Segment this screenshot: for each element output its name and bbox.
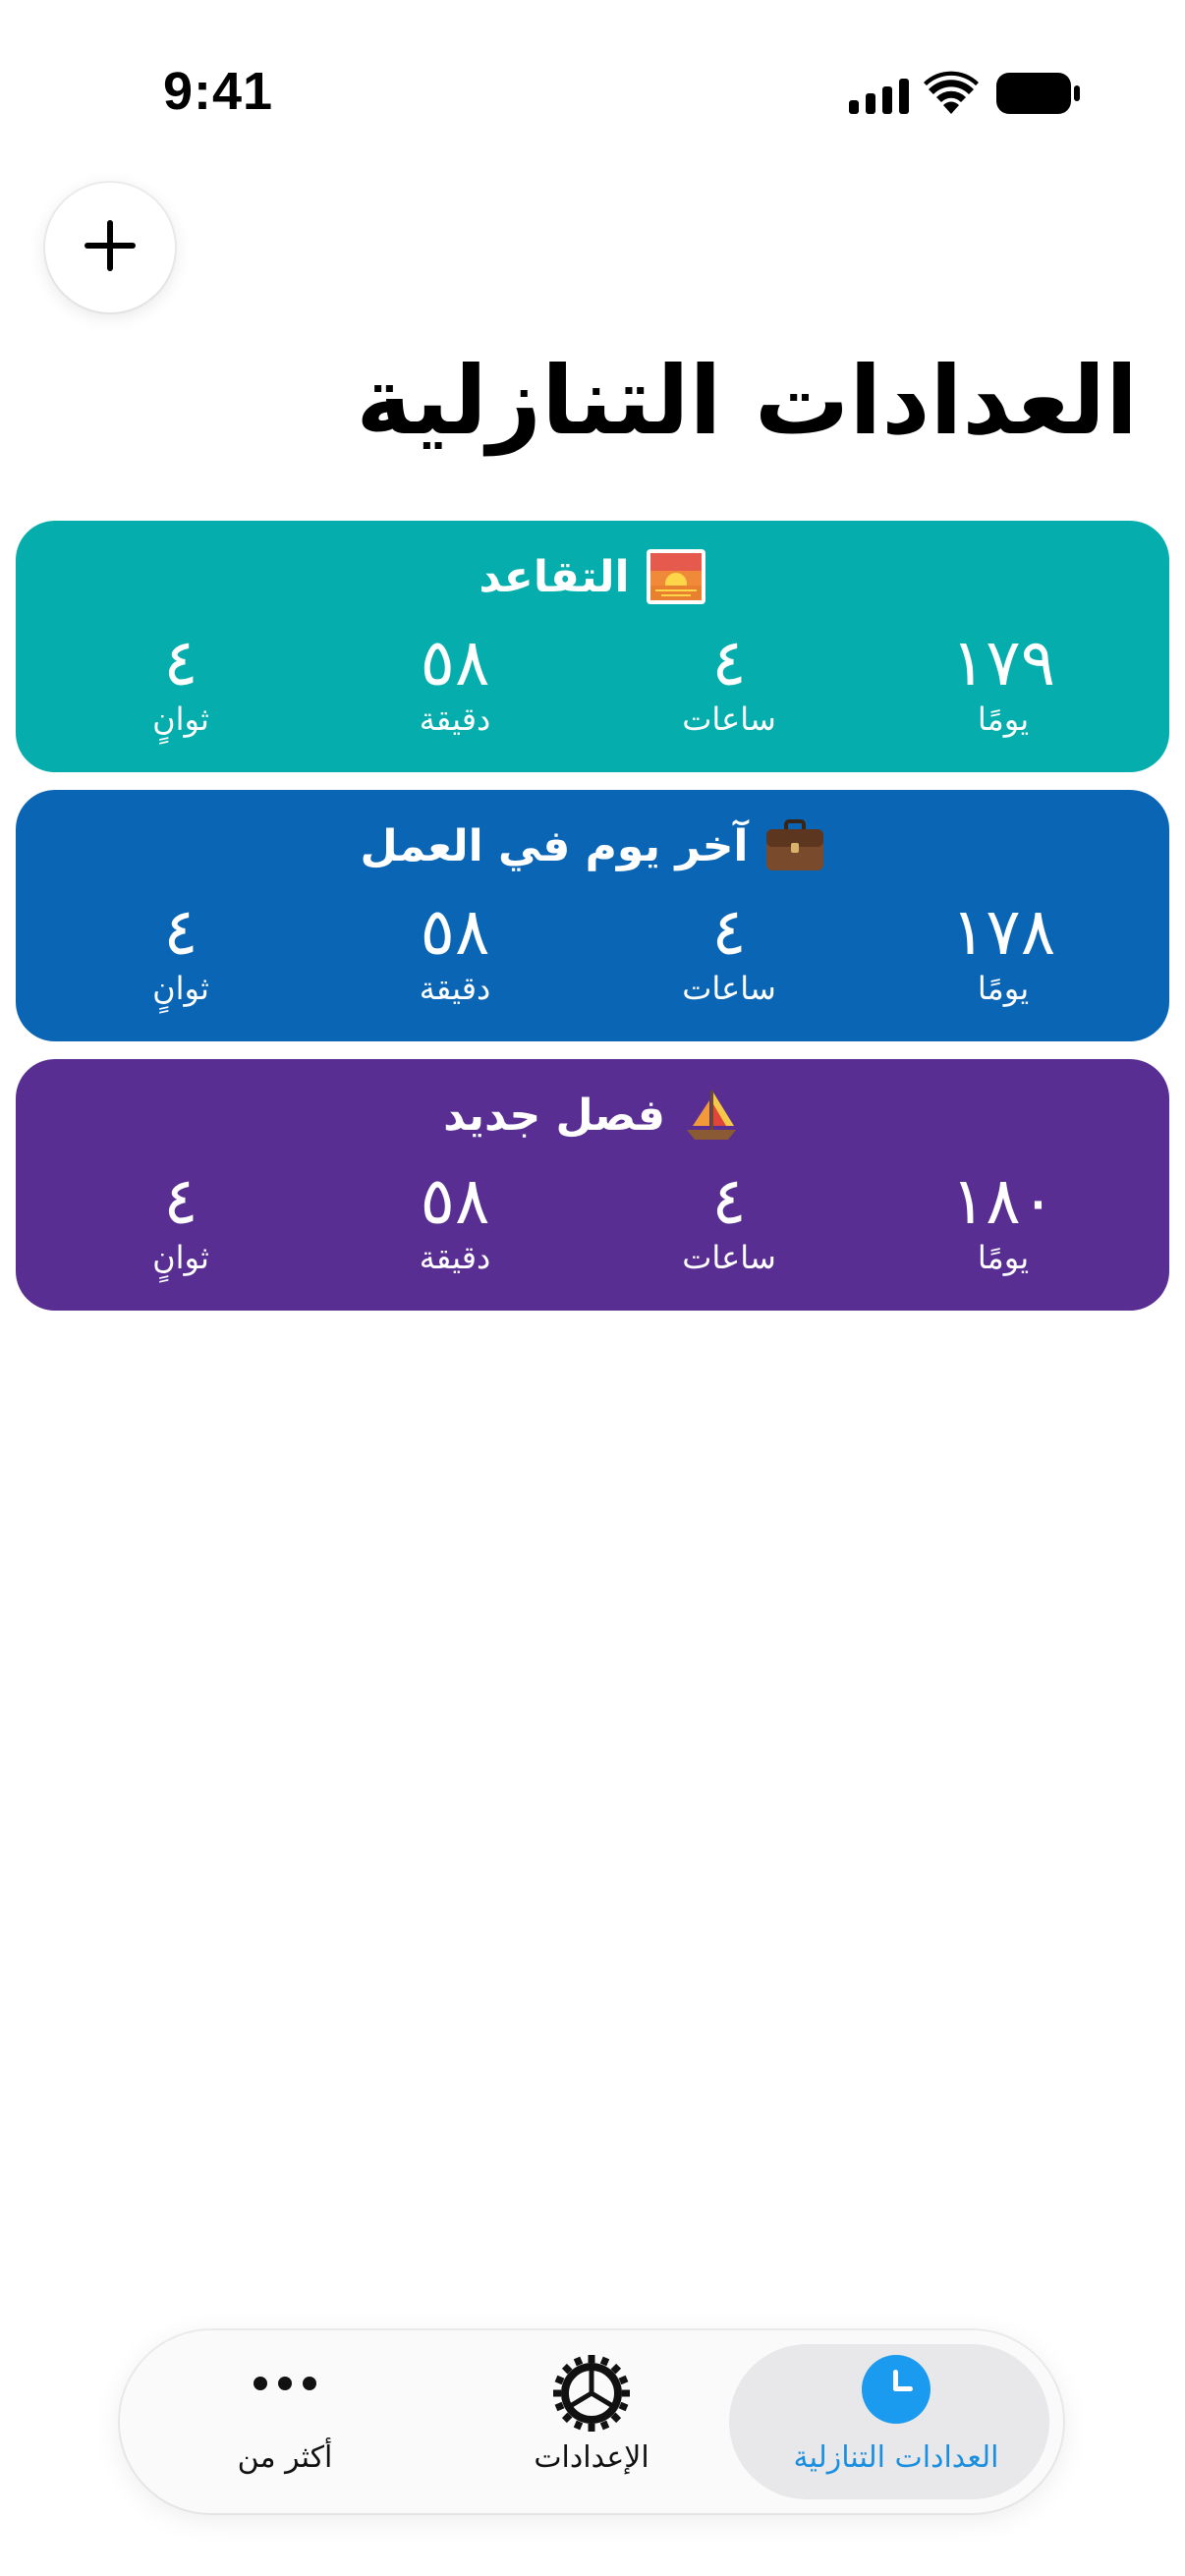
card-title-text: التقاعد xyxy=(479,551,630,602)
days-label: يومًا xyxy=(977,970,1030,1007)
minutes-value: ٥٨ xyxy=(420,625,490,700)
seconds-unit: ٤ ثوانٍ xyxy=(83,627,279,739)
card-title-text: آخر يوم في العمل xyxy=(360,820,749,871)
sailboat-icon xyxy=(681,1087,742,1144)
days-unit: ١٧٨ يومًا xyxy=(905,896,1101,1008)
days-label: يومًا xyxy=(977,700,1030,738)
sunrise-icon xyxy=(646,548,706,605)
tab-label: الإعدادات xyxy=(534,2440,649,2475)
plus-icon xyxy=(83,218,138,277)
days-label: يومًا xyxy=(977,1239,1030,1276)
card-title: فصل جديد xyxy=(16,1087,1169,1144)
tab-bar: العدادات التنازلية الإعدادات أكثر من xyxy=(120,2330,1063,2513)
tab-countdowns[interactable]: العدادات التنازلية xyxy=(749,2354,1044,2492)
seconds-unit: ٤ ثوانٍ xyxy=(83,896,279,1008)
timer-card-new-chapter[interactable]: فصل جديد ١٨٠ يومًا ٤ ساعات ٥٨ دقيقة ٤ ثو… xyxy=(16,1059,1169,1311)
days-value: ١٧٩ xyxy=(950,625,1056,700)
card-title: التقاعد xyxy=(16,548,1169,605)
hours-label: ساعات xyxy=(682,1239,776,1276)
seconds-value: ٤ xyxy=(163,894,198,970)
minutes-value: ٥٨ xyxy=(420,1163,490,1239)
briefcase-icon xyxy=(764,817,825,874)
card-title-text: فصل جديد xyxy=(443,1090,665,1141)
status-time: 9:41 xyxy=(163,62,274,121)
seconds-label: ثوانٍ xyxy=(152,700,209,738)
hours-value: ٤ xyxy=(711,1163,747,1239)
clock-icon xyxy=(861,2354,931,2429)
card-title: آخر يوم في العمل xyxy=(16,817,1169,874)
timer-card-retirement[interactable]: التقاعد ١٧٩ يومًا ٤ ساعات ٥٨ دقيقة ٤ ثوا… xyxy=(16,521,1169,772)
seconds-unit: ٤ ثوانٍ xyxy=(83,1165,279,1277)
minutes-label: دقيقة xyxy=(419,1239,491,1276)
hours-label: ساعات xyxy=(682,700,776,738)
minutes-label: دقيقة xyxy=(419,700,491,738)
days-unit: ١٧٩ يومًا xyxy=(905,627,1101,739)
more-icon xyxy=(251,2374,319,2397)
seconds-value: ٤ xyxy=(163,1163,198,1239)
minutes-label: دقيقة xyxy=(419,970,491,1007)
minutes-unit: ٥٨ دقيقة xyxy=(357,627,553,739)
tab-label: العدادات التنازلية xyxy=(793,2440,999,2475)
hours-unit: ٤ ساعات xyxy=(631,1165,827,1277)
days-unit: ١٨٠ يومًا xyxy=(905,1165,1101,1277)
hours-label: ساعات xyxy=(682,970,776,1007)
minutes-unit: ٥٨ دقيقة xyxy=(357,1165,553,1277)
hours-unit: ٤ ساعات xyxy=(631,896,827,1008)
days-value: ١٧٨ xyxy=(950,894,1056,970)
gear-icon xyxy=(552,2354,631,2436)
tab-settings[interactable]: الإعدادات xyxy=(444,2354,739,2492)
tab-more[interactable]: أكثر من xyxy=(138,2354,432,2492)
seconds-value: ٤ xyxy=(163,625,198,700)
hours-unit: ٤ ساعات xyxy=(631,627,827,739)
days-value: ١٨٠ xyxy=(950,1163,1056,1239)
status-bar: 9:41 xyxy=(0,0,1185,196)
minutes-unit: ٥٨ دقيقة xyxy=(357,896,553,1008)
minutes-value: ٥٨ xyxy=(420,894,490,970)
timer-card-last-workday[interactable]: آخر يوم في العمل ١٧٨ يومًا ٤ ساعات ٥٨ دق… xyxy=(16,790,1169,1041)
wifi-icon xyxy=(924,71,979,118)
battery-icon xyxy=(996,73,1081,118)
hours-value: ٤ xyxy=(711,625,747,700)
seconds-label: ثوانٍ xyxy=(152,1239,209,1276)
signal-icon xyxy=(849,79,910,118)
add-timer-button[interactable] xyxy=(45,183,175,312)
page-title: العدادات التنازلية xyxy=(356,346,1138,456)
hours-value: ٤ xyxy=(711,894,747,970)
tab-label: أكثر من xyxy=(237,2440,333,2475)
screen: 9:41 العدادات التنازلية التقاعد ١٧٩ يومً… xyxy=(0,0,1185,2576)
seconds-label: ثوانٍ xyxy=(152,970,209,1007)
